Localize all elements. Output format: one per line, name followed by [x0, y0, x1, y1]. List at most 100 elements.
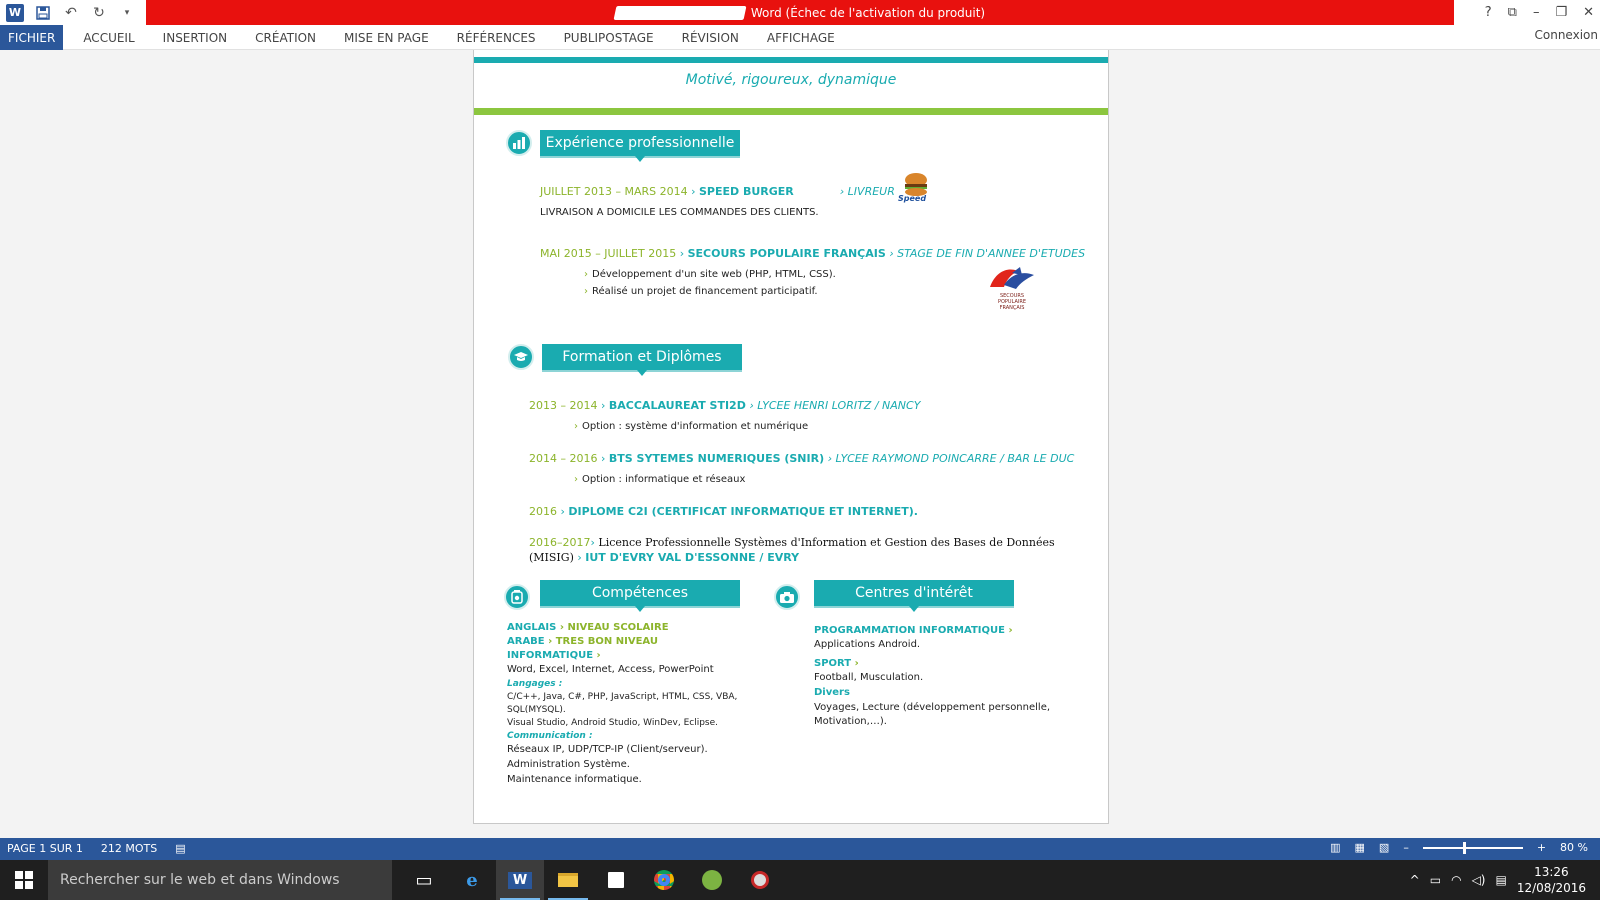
- education-4-line-2: (MISIG) › IUT D'EVRY VAL D'ESSONNE / EVR…: [529, 551, 800, 564]
- skill-networks: Réseaux IP, UDP/TCP-IP (Client/serveur).: [507, 744, 708, 755]
- skill-ide: Visual Studio, Android Studio, WinDev, E…: [507, 718, 719, 728]
- zoom-slider-thumb[interactable]: [1462, 841, 1466, 854]
- task-view-icon[interactable]: ▭: [400, 860, 448, 900]
- zoom-level[interactable]: 80 %: [1560, 841, 1588, 854]
- chrome-icon[interactable]: [640, 860, 688, 900]
- zoom-in-button[interactable]: +: [1537, 841, 1546, 854]
- section-title-formation: Formation et Diplômes: [542, 344, 742, 376]
- clock-time: 13:26: [1534, 865, 1569, 879]
- education-2-header: 2014 – 2016 › BTS SYTEMES NUMERIQUES (SN…: [529, 452, 1075, 465]
- tab-affichage[interactable]: AFFICHAGE: [753, 25, 849, 50]
- job2-bullet-1: › Développement d'un site web (PHP, HTML,…: [584, 269, 836, 280]
- ribbon: FICHIER ACCUEIL INSERTION CRÉATION MISE …: [0, 25, 1600, 50]
- skill-languages-label: Langages :: [507, 679, 563, 689]
- interest-programming: PROGRAMMATION INFORMATIQUE ›: [814, 625, 1013, 636]
- interest-misc-label: Divers: [814, 687, 850, 698]
- windows-logo-icon: [15, 871, 33, 889]
- interest-misc-list: Voyages, Lecture (développement personne…: [814, 702, 1051, 713]
- action-center-icon[interactable]: ▤: [1495, 873, 1506, 887]
- web-layout-icon[interactable]: ▧: [1379, 841, 1389, 854]
- tab-accueil[interactable]: ACCUEIL: [69, 25, 148, 50]
- teal-divider: [474, 57, 1108, 63]
- title-bar: W ↶ ↻ ▾ Word (Échec de l'activation du p…: [0, 0, 1600, 25]
- store-icon[interactable]: [592, 860, 640, 900]
- education-2-option: › Option : informatique et réseaux: [574, 474, 746, 485]
- word-taskbar-icon[interactable]: W: [496, 860, 544, 900]
- skill-maintenance: Maintenance informatique.: [507, 774, 642, 785]
- start-button[interactable]: [0, 860, 48, 900]
- green-divider: [474, 108, 1108, 115]
- job1-header: JUILLET 2013 – MARS 2014 › SPEED BURGER ›…: [540, 185, 895, 198]
- tab-references[interactable]: RÉFÉRENCES: [443, 25, 550, 50]
- speed-logo-text: Speed: [898, 194, 927, 203]
- secours-populaire-logo: SECOURS POPULAIRE FRANÇAIS: [982, 265, 1040, 311]
- ribbon-tabs: FICHIER ACCUEIL INSERTION CRÉATION MISE …: [0, 25, 1600, 50]
- skill-sysadmin: Administration Système.: [507, 759, 630, 770]
- customize-icon[interactable]: ▾: [118, 4, 136, 22]
- save-icon[interactable]: [34, 4, 52, 22]
- secours-logo-text: SECOURS POPULAIRE FRANÇAIS: [997, 293, 1027, 311]
- tab-insertion[interactable]: INSERTION: [149, 25, 241, 50]
- skill-office: Word, Excel, Internet, Access, PowerPoin…: [507, 664, 714, 675]
- chevron-up-icon[interactable]: ^: [1410, 873, 1420, 887]
- clock-date: 12/08/2016: [1516, 881, 1586, 895]
- taskbar-apps: ▭ e W: [400, 860, 784, 900]
- education-4-line-1: 2016–2017› Licence Professionnelle Systè…: [529, 536, 1055, 549]
- section-title-competences: Compétences: [540, 580, 740, 612]
- proofing-icon[interactable]: ▤: [175, 842, 185, 855]
- volume-icon[interactable]: ◁): [1472, 873, 1486, 887]
- interest-misc-list-2: Motivation,…).: [814, 716, 887, 727]
- taskbar-search[interactable]: Rechercher sur le web et dans Windows: [48, 860, 392, 900]
- section-title-interests: Centres d'intérêt: [814, 580, 1014, 612]
- close-button[interactable]: ✕: [1583, 5, 1594, 20]
- document-workspace[interactable]: Motivé, rigoureux, dynamique Expérience …: [0, 50, 1600, 838]
- print-layout-icon[interactable]: ▦: [1355, 841, 1365, 854]
- job1-description: LIVRAISON A DOMICILE LES COMMANDES DES C…: [540, 207, 819, 218]
- word-window: W ↶ ↻ ▾ Word (Échec de l'activation du p…: [0, 0, 1600, 900]
- zoom-out-button[interactable]: –: [1403, 841, 1409, 854]
- help-button[interactable]: ?: [1485, 5, 1492, 20]
- word-count[interactable]: 212 MOTS: [101, 842, 157, 855]
- tab-fichier[interactable]: FICHIER: [0, 25, 64, 50]
- interest-sport-list: Football, Musculation.: [814, 672, 924, 683]
- edge-icon[interactable]: e: [448, 860, 496, 900]
- undo-icon[interactable]: ↶: [62, 4, 80, 22]
- skill-it-heading: INFORMATIQUE ›: [507, 650, 601, 661]
- clock[interactable]: 13:26 12/08/2016: [1517, 864, 1586, 896]
- android-studio-icon[interactable]: [688, 860, 736, 900]
- minimize-button[interactable]: –: [1533, 5, 1540, 20]
- page-count[interactable]: PAGE 1 SUR 1: [7, 842, 83, 855]
- motto: Motivé, rigoureux, dynamique: [685, 72, 897, 88]
- interest-android: Applications Android.: [814, 639, 921, 650]
- skills-icon: [504, 584, 530, 610]
- read-mode-icon[interactable]: ▥: [1330, 841, 1340, 854]
- quick-access-toolbar: W ↶ ↻ ▾: [6, 2, 136, 23]
- document-page[interactable]: Motivé, rigoureux, dynamique Expérience …: [473, 50, 1109, 824]
- tab-revision[interactable]: RÉVISION: [668, 25, 753, 50]
- battery-icon[interactable]: ▭: [1430, 873, 1441, 887]
- window-controls: ? ⧉ – ❐ ✕: [1485, 0, 1594, 25]
- signin-link[interactable]: Connexion: [1535, 28, 1599, 42]
- word-logo-icon[interactable]: W: [6, 3, 24, 22]
- ribbon-display-options-button[interactable]: ⧉: [1508, 5, 1517, 20]
- speed-burger-logo: Speed: [898, 170, 934, 206]
- education-3-header: 2016 › DIPLOME C2I (CERTIFICAT INFORMATI…: [529, 505, 918, 518]
- file-explorer-icon[interactable]: [544, 860, 592, 900]
- tab-mise-en-page[interactable]: MISE EN PAGE: [330, 25, 443, 50]
- tab-publipostage[interactable]: PUBLIPOSTAGE: [550, 25, 668, 50]
- tab-creation[interactable]: CRÉATION: [241, 25, 330, 50]
- job2-header: MAI 2015 – JUILLET 2015 › SECOURS POPULA…: [540, 247, 1086, 260]
- restore-button[interactable]: ❐: [1555, 5, 1567, 20]
- education-1-option: › Option : système d'information et numér…: [574, 421, 809, 432]
- app-icon[interactable]: [736, 860, 784, 900]
- status-bar: PAGE 1 SUR 1 212 MOTS ▤ ▥ ▦ ▧ – + 80 %: [0, 838, 1600, 860]
- wifi-icon[interactable]: ◠: [1451, 873, 1461, 887]
- redo-icon[interactable]: ↻: [90, 4, 108, 22]
- bar-chart-icon: [506, 130, 532, 156]
- skill-languages-list: C/C++, Java, C#, PHP, JavaScript, HTML, …: [507, 692, 738, 702]
- window-title: Word (Échec de l'activation du produit): [750, 5, 986, 20]
- redacted-filename: [613, 5, 747, 20]
- interest-sport: SPORT ›: [814, 658, 859, 669]
- skill-sql: SQL(MYSQL).: [507, 705, 566, 715]
- zoom-slider[interactable]: [1422, 841, 1523, 854]
